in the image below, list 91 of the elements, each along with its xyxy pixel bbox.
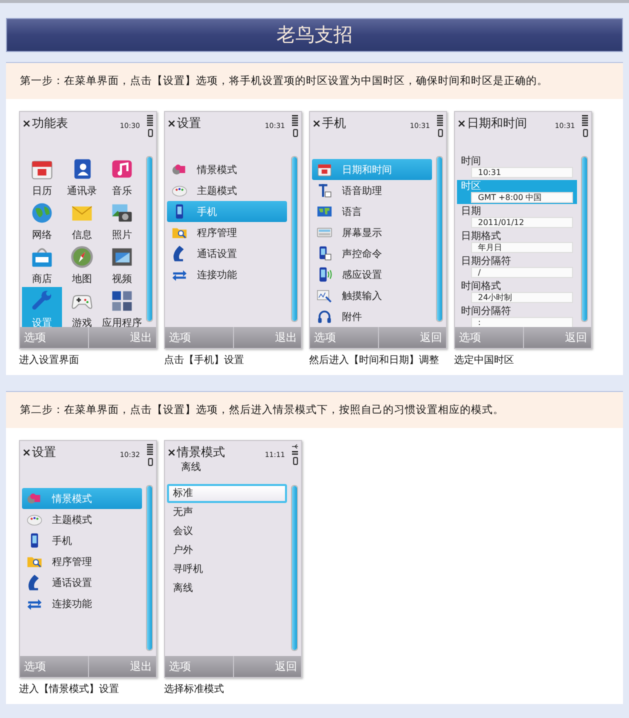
value-field[interactable]: GMT +8:00 中国 [471,192,573,203]
scrollbar[interactable] [581,156,588,322]
signal-icon [147,444,153,456]
screen-caption: 选择标准模式 [164,682,225,696]
battery-icon [582,129,588,137]
profile-item[interactable]: 寻呼机 [167,560,287,579]
screen-title: 设置 [32,444,56,460]
close-icon[interactable]: × [312,116,322,130]
menu-item[interactable]: 程序管理 [22,551,142,572]
screen-caption: 然后进入【时间和日期】调整 [309,354,440,367]
battery-icon [292,457,298,465]
menu-item[interactable]: 屏幕显示 [312,222,432,243]
menu-item[interactable]: 音乐 [102,155,142,199]
close-icon[interactable]: × [22,446,32,458]
signal-icon [437,115,443,127]
scrollbar[interactable] [291,156,298,322]
signal-icon [147,115,153,127]
setting-row[interactable]: 时间格式 24小时制 [457,280,577,304]
menu-item[interactable]: 信息 [62,199,102,243]
letter-t-icon [316,182,333,199]
menu-item[interactable]: 语音助理 [312,180,432,201]
setting-row[interactable]: 日期格式 年月日 [457,230,577,254]
compass-icon [69,244,95,270]
menu-item[interactable]: 声控命令 [312,243,432,264]
scrollbar[interactable] [146,156,153,322]
signal-icon [292,115,298,127]
screen-title: 日期和时间 [467,114,528,132]
screen-caption: 进入【情景模式】设置 [19,682,120,696]
headphones-icon [316,308,333,325]
menu-item[interactable]: 地图 [62,243,102,287]
menu-item[interactable]: 附件 [312,306,432,327]
screen-caption: 进入设置界面 [19,354,80,367]
battery-icon [292,129,298,137]
signal-icon [292,451,298,455]
profile-item[interactable]: 无声 [167,503,287,522]
step-instruction: 第二步：在菜单界面，点击【设置】选项，然后进入情景模式下，按照自己的习惯设置相应的模式。 [6,392,623,428]
menu-item[interactable]: 手机 [22,530,142,551]
value-field[interactable]: 24小时制 [471,292,573,303]
menu-item[interactable]: 网络 [22,199,62,243]
value-field[interactable]: 2011/01/12 [471,217,573,228]
menu-item[interactable]: 主题模式 [22,509,142,530]
close-icon[interactable]: × [457,116,466,130]
menu-item[interactable]: 触摸输入 [312,285,432,306]
setting-row[interactable]: 时间 10:31 [457,155,577,179]
step-instruction: 第一步：在菜单界面，点击【设置】选项，将手机设置项的时区设置为中国时区，确保时间和时区是正确的。 [6,63,623,99]
scrollbar[interactable] [436,156,443,322]
menu-item[interactable]: 连接功能 [167,264,287,285]
battery-icon [148,129,152,137]
menu-item[interactable]: 语言 [312,201,432,222]
menu-item[interactable]: 连接功能 [22,593,142,614]
screen-subtitle: 离线 [181,460,202,474]
menu-item[interactable]: 情景模式 [167,159,287,180]
profile-item[interactable]: 户外 [167,541,287,560]
screen-title: 手机 [322,114,346,132]
setting-row[interactable]: 日期分隔符 / [457,255,577,279]
menu-item[interactable]: 通讯录 [62,155,102,199]
battery-icon [438,129,442,137]
scrollbar[interactable] [291,485,298,651]
setting-row[interactable]: 时区 GMT +8:00 中国 [457,180,577,204]
menu-item[interactable]: 感应设置 [312,264,432,285]
value-field[interactable]: 年月日 [471,242,573,253]
setting-row[interactable]: 日期 2011/01/12 [457,205,577,229]
page-title: 老鸟支招 [6,18,623,52]
close-icon[interactable]: × [22,116,32,130]
signal-icon [582,115,588,127]
menu-item[interactable]: 程序管理 [167,222,287,243]
menu-item[interactable]: 主题模式 [167,180,287,201]
menu-item[interactable]: 通话设置 [167,243,287,264]
screen-title: 设置 [177,114,202,132]
scrollbar[interactable] [146,485,153,651]
profile-item[interactable]: 会议 [167,522,287,541]
menu-item[interactable]: 商店 [22,243,62,287]
screen-caption: 点击【手机】设置 [164,354,245,367]
close-icon[interactable]: × [167,116,176,130]
calendar-icon [316,161,333,178]
pen-icon [316,287,333,304]
menu-item[interactable]: 日历 [22,155,62,199]
profile-item[interactable]: 标准 [167,484,287,503]
menu-item[interactable]: 视频 [102,243,142,287]
value-field[interactable]: / [471,267,573,278]
close-icon[interactable]: × [167,446,176,458]
battery-icon [148,458,152,466]
profile-item[interactable]: 离线 [167,579,287,598]
menu-item[interactable]: 照片 [102,199,142,243]
menu-item[interactable]: 通话设置 [22,572,142,593]
setting-row[interactable]: 时间分隔符 : [457,305,577,329]
screen-caption: 选定中国时区 [454,354,515,367]
value-field[interactable]: 10:31 [471,167,573,178]
value-field[interactable]: : [471,317,573,328]
screen-title: 情景模式 [177,444,226,460]
screen-title: 功能表 [32,114,68,132]
